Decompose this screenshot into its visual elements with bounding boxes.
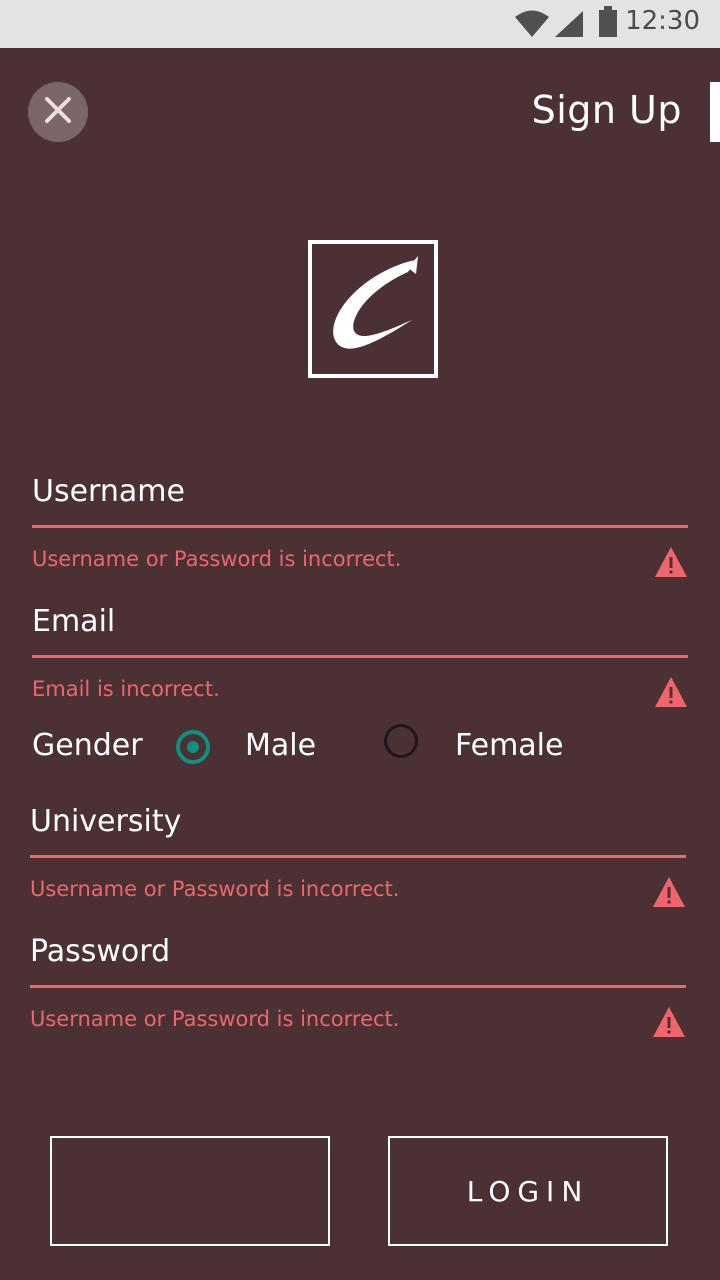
female-label[interactable]: Female	[455, 728, 563, 763]
male-radio[interactable]	[176, 730, 210, 764]
university-field[interactable]: University	[30, 804, 181, 839]
status-time: 12:30	[625, 6, 700, 36]
university-underline	[30, 855, 686, 858]
email-error: Email is incorrect.	[32, 677, 220, 701]
username-error: Username or Password is incorrect.	[32, 547, 402, 571]
password-field[interactable]: Password	[30, 934, 170, 969]
page-title: Sign Up	[531, 88, 682, 132]
university-error: Username or Password is incorrect.	[30, 877, 400, 901]
warning-icon	[654, 546, 688, 578]
signup-button[interactable]	[50, 1136, 330, 1246]
female-radio[interactable]	[384, 724, 418, 758]
battery-icon	[598, 6, 618, 42]
warning-icon	[654, 676, 688, 708]
warning-icon	[652, 1006, 686, 1038]
brand-logo	[308, 240, 438, 378]
warning-icon	[652, 876, 686, 908]
gender-label: Gender	[32, 728, 143, 763]
username-underline	[32, 525, 688, 528]
male-label[interactable]: Male	[245, 728, 316, 763]
edge-tab	[710, 82, 720, 142]
email-field[interactable]: Email	[32, 604, 115, 639]
username-field[interactable]: Username	[32, 474, 185, 509]
close-icon	[42, 94, 74, 130]
close-button[interactable]	[28, 82, 88, 142]
signup-screen: Sign Up Username Username or Password is…	[0, 48, 720, 1280]
wifi-icon	[514, 10, 550, 42]
email-underline	[32, 655, 688, 658]
signal-icon	[554, 10, 584, 42]
login-button[interactable]: LOGIN	[388, 1136, 668, 1246]
password-error: Username or Password is incorrect.	[30, 1007, 400, 1031]
password-underline	[30, 985, 686, 988]
status-bar: 12:30	[0, 0, 720, 48]
